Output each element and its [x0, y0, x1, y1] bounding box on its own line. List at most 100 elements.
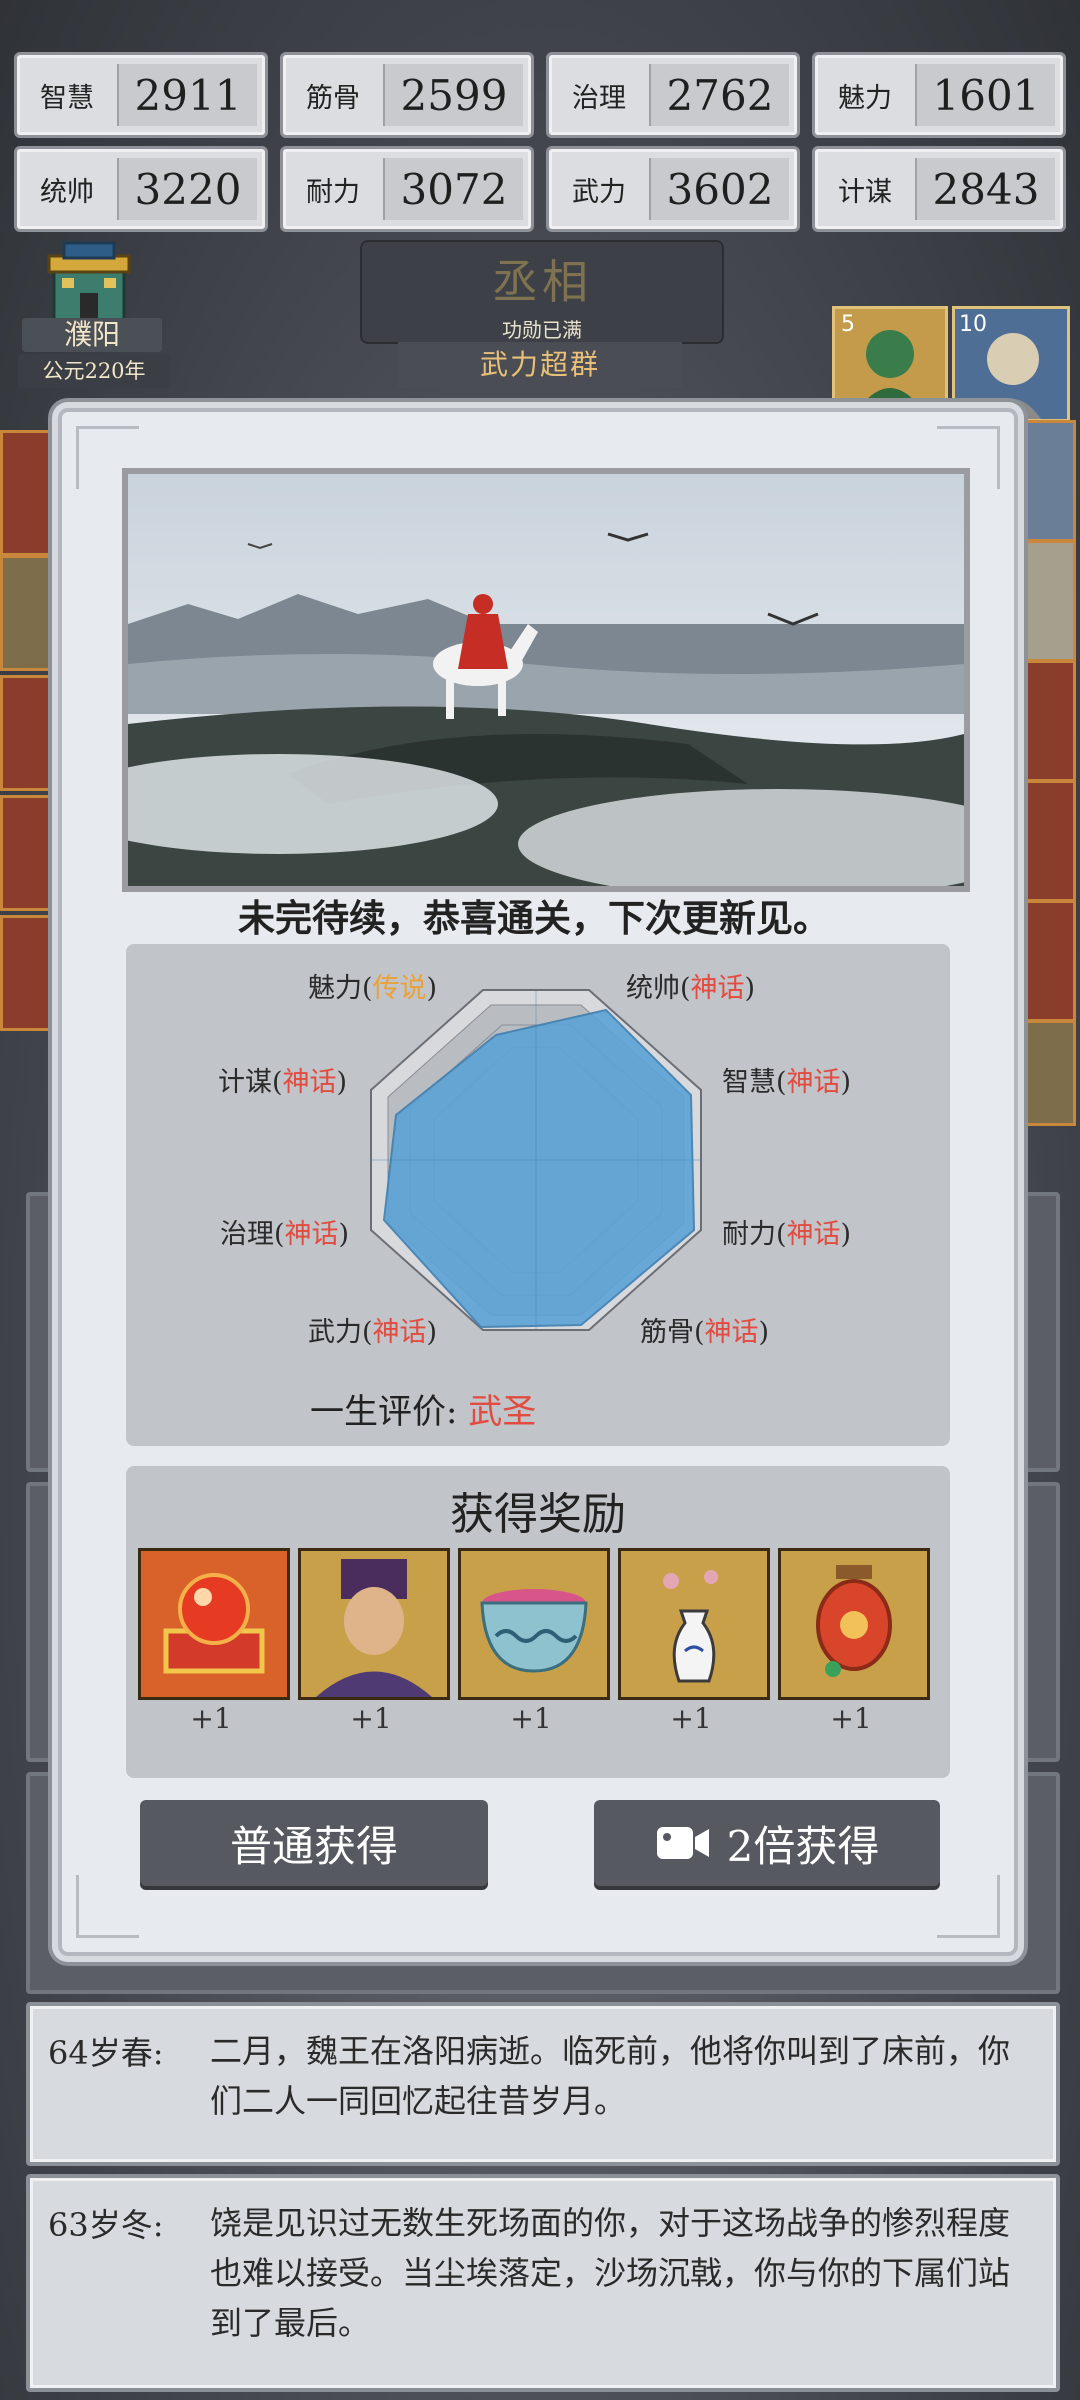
porcelain-bowl-icon [461, 1551, 607, 1697]
stat-label: 耐力 [306, 176, 360, 208]
reward-item-vase[interactable] [618, 1548, 770, 1700]
stat-value: 3220 [117, 158, 257, 220]
radar-label-strategy: 计谋(神话) [218, 1067, 348, 1098]
attr-grade: 神话 [704, 1317, 759, 1348]
reward-count: +1 [670, 1702, 712, 1735]
general-portrait[interactable]: 10 [952, 306, 1070, 422]
side-portrait[interactable] [1012, 780, 1076, 902]
attr-name: 武力 [308, 1317, 362, 1348]
corner-ornament [937, 1875, 1000, 1938]
ending-caption: 未完待续，恭喜通关，下次更新见。 [238, 896, 830, 940]
attr-name: 统帅 [626, 973, 680, 1004]
stat-value: 1601 [915, 64, 1055, 126]
general-portrait[interactable]: 5 [832, 306, 948, 410]
attr-grade: 传说 [372, 973, 427, 1004]
reward-count: +1 [350, 1702, 392, 1735]
radar-label-physique: 筋骨(神话) [640, 1317, 770, 1348]
stat-label: 武力 [572, 176, 626, 208]
reward-item-orb[interactable] [138, 1548, 290, 1700]
life-evaluation: 一生评价: 武圣 [310, 1384, 536, 1433]
ending-illustration [122, 468, 970, 892]
attr-name: 耐力 [722, 1219, 776, 1250]
radar-label-wisdom: 智慧(神话) [722, 1067, 852, 1098]
radar-label-command: 统帅(神话) [626, 973, 756, 1004]
stat-label: 统帅 [40, 176, 94, 208]
year-label: 公元220年 [18, 354, 170, 388]
rank-plaque: 丞相 功勋已满 [360, 240, 724, 344]
reward-count: +1 [510, 1702, 552, 1735]
side-portrait[interactable] [1012, 540, 1076, 662]
reward-count: +1 [830, 1702, 872, 1735]
side-portrait[interactable] [1012, 660, 1076, 782]
double-claim-button[interactable]: 2倍获得 [594, 1800, 940, 1886]
attr-grade: 神话 [282, 1067, 337, 1098]
normal-claim-label: 普通获得 [229, 1821, 398, 1871]
log-entry: 63岁冬: 饶是见识过无数生死场面的你，对于这场战争的惨烈程度也难以接受。当尘埃… [26, 2174, 1060, 2392]
reward-item-lantern[interactable] [778, 1548, 930, 1700]
level-badge: 10 [959, 312, 987, 337]
stat-value: 3602 [649, 158, 789, 220]
reward-item-bowl[interactable] [458, 1548, 610, 1700]
side-portrait[interactable] [0, 675, 66, 791]
double-claim-label: 2倍获得 [726, 1821, 880, 1871]
attr-grade: 神话 [284, 1219, 339, 1250]
stat-value: 2599 [383, 64, 523, 126]
reward-count: +1 [190, 1702, 232, 1735]
log-age: 63岁冬: [48, 2206, 164, 2244]
stat-command: 统帅 3220 [14, 146, 268, 232]
stat-label: 筋骨 [306, 82, 360, 114]
attr-name: 智慧 [722, 1067, 776, 1098]
advisor-portrait-icon [301, 1551, 447, 1697]
log-text: 饶是见识过无数生死场面的你，对于这场战争的惨烈程度也难以接受。当尘埃落定，沙场沉… [210, 2204, 1011, 2342]
rank-title: 丞相 [492, 255, 592, 309]
log-entry: 64岁春: 二月，魏王在洛阳病逝。临死前，他将你叫到了床前，你们二人一同回忆起往… [26, 2002, 1060, 2166]
attribute-radar-chart [370, 989, 702, 1331]
lantern-icon [781, 1551, 927, 1697]
log-text: 二月，魏王在洛阳病逝。临死前，他将你叫到了床前，你们二人一同回忆起往昔岁月。 [210, 2032, 1011, 2120]
side-portrait[interactable] [1012, 420, 1076, 542]
reward-item-general[interactable] [298, 1548, 450, 1700]
attr-grade: 神话 [786, 1219, 841, 1250]
attr-name: 治理 [220, 1219, 274, 1250]
radar-label-force: 武力(神话) [308, 1317, 438, 1348]
stat-value: 2843 [915, 158, 1055, 220]
radar-label-charm: 魅力(传说) [308, 973, 438, 1004]
side-portrait[interactable] [1012, 1020, 1076, 1126]
attr-name: 筋骨 [640, 1317, 694, 1348]
normal-claim-button[interactable]: 普通获得 [140, 1800, 488, 1886]
rewards-title: 获得奖励 [450, 1489, 626, 1540]
side-portrait[interactable] [0, 430, 66, 556]
side-portrait[interactable] [0, 915, 66, 1031]
title-tag: 武力超群 [398, 342, 682, 388]
evaluation-label: 一生评价: [310, 1392, 458, 1432]
stat-label: 魅力 [838, 82, 892, 114]
merit-label: 功勋已满 [502, 318, 582, 342]
city-name: 濮阳 [22, 318, 162, 352]
stat-strategy: 计谋 2843 [812, 146, 1066, 232]
attr-grade: 神话 [372, 1317, 427, 1348]
crystal-ball-icon [141, 1551, 287, 1697]
city-badge[interactable]: 濮阳 公元220年 [14, 238, 170, 390]
vase-icon [621, 1551, 767, 1697]
corner-ornament [76, 1875, 139, 1938]
radar-label-stamina: 耐力(神话) [722, 1219, 852, 1250]
stat-value: 2911 [117, 64, 257, 126]
stat-wisdom: 智慧 2911 [14, 52, 268, 138]
attr-name: 计谋 [218, 1067, 272, 1098]
attr-grade: 神话 [786, 1067, 841, 1098]
side-portrait[interactable] [1012, 900, 1076, 1022]
evaluation-value: 武圣 [468, 1392, 537, 1432]
stat-label: 计谋 [838, 176, 892, 208]
stat-force: 武力 3602 [546, 146, 800, 232]
level-badge: 5 [841, 312, 855, 337]
side-portrait[interactable] [0, 555, 66, 671]
attr-grade: 神话 [690, 973, 745, 1004]
stat-charm: 魅力 1601 [812, 52, 1066, 138]
general-avatar-icon: 10 [955, 309, 1067, 419]
side-portrait[interactable] [0, 795, 66, 911]
stat-stamina: 耐力 3072 [280, 146, 534, 232]
stat-label: 智慧 [40, 82, 94, 114]
rider-scene-icon [128, 474, 964, 886]
stat-value: 2762 [649, 64, 789, 126]
stat-governance: 治理 2762 [546, 52, 800, 138]
